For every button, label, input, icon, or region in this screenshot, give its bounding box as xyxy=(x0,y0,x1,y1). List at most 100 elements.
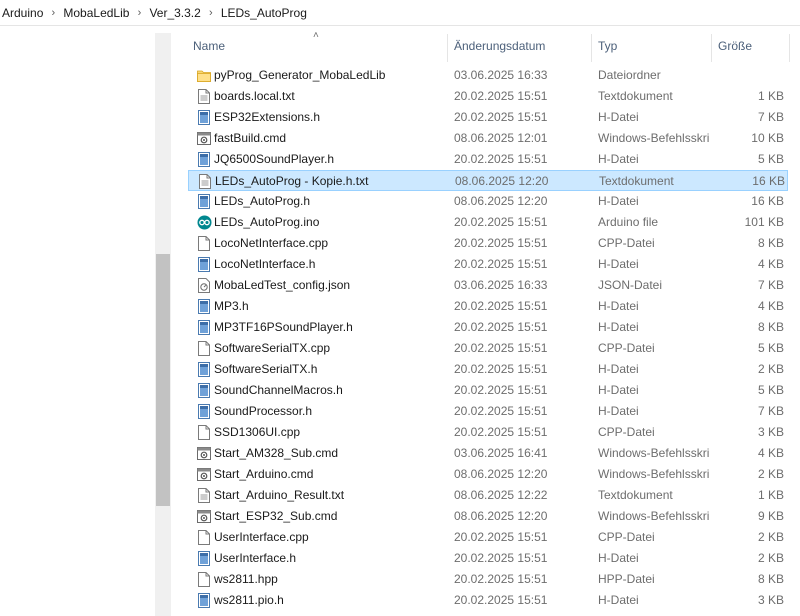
file-name: SSD1306UI.cpp xyxy=(214,425,301,439)
file-row[interactable]: LocoNetInterface.h 20.02.2025 15:51 H-Date… xyxy=(188,254,788,275)
file-type: H-Datei xyxy=(598,362,639,376)
file-type: H-Datei xyxy=(598,593,639,607)
file-row[interactable]: SoftwareSerialTX.h 20.02.2025 15:51 H-Date… xyxy=(188,359,788,380)
file-type: Windows-Befehlsskript xyxy=(598,131,710,145)
column-header-date[interactable]: Änderungsdatum xyxy=(454,39,545,53)
h-file-icon xyxy=(197,362,211,377)
chevron-right-icon[interactable]: › xyxy=(203,7,219,19)
chevron-right-icon[interactable]: › xyxy=(45,7,61,19)
file-row[interactable]: ws2811.hpp 20.02.2025 15:51 HPP-Datei 8 KB xyxy=(188,569,788,590)
scrollbar-thumb[interactable] xyxy=(156,254,170,506)
column-divider[interactable] xyxy=(711,34,712,62)
file-type: H-Datei xyxy=(598,152,639,166)
file-row[interactable]: SoundProcessor.h 20.02.2025 15:51 H-Datei 7… xyxy=(188,401,788,422)
file-row[interactable]: LEDs_AutoProg.ino 20.02.2025 15:51 Arduino… xyxy=(188,212,788,233)
navigation-pane[interactable] xyxy=(0,26,170,616)
file-row[interactable]: ws2811.pio.h 20.02.2025 15:51 H-Datei 3 KB xyxy=(188,590,788,611)
chevron-right-icon[interactable]: › xyxy=(131,7,147,19)
cpp-file-icon xyxy=(197,341,211,356)
h-file-icon xyxy=(197,257,211,272)
file-type: CPP-Datei xyxy=(598,236,655,250)
folder-icon xyxy=(197,68,211,83)
file-name: MobaLedTest_config.json xyxy=(214,278,351,292)
file-row[interactable]: fastBuild.cmd 08.06.2025 12:01 Windows-Bef… xyxy=(188,128,788,149)
cmd-file-icon xyxy=(197,446,211,461)
file-size: 9 KB xyxy=(757,509,784,523)
file-row[interactable]: SoftwareSerialTX.cpp 20.02.2025 15:51 CPP-… xyxy=(188,338,788,359)
file-name: Start_Arduino_Result.txt xyxy=(214,488,345,502)
column-divider[interactable] xyxy=(789,34,790,62)
file-row[interactable]: SoundChannelMacros.h 20.02.2025 15:51 H-Da… xyxy=(188,380,788,401)
file-modified-date: 20.02.2025 15:51 xyxy=(454,551,548,565)
file-modified-date: 20.02.2025 15:51 xyxy=(454,362,548,376)
file-size: 8 KB xyxy=(757,236,784,250)
text-file-icon xyxy=(197,488,211,503)
file-row[interactable]: UserInterface.h 20.02.2025 15:51 H-Datei 2 … xyxy=(188,548,788,569)
file-row[interactable]: Start_AM328_Sub.cmd 03.06.2025 16:41 Windo… xyxy=(188,443,788,464)
file-type: Textdokument xyxy=(598,89,673,103)
file-row[interactable]: MP3.h 20.02.2025 15:51 H-Datei 4 KB xyxy=(188,296,788,317)
file-row[interactable]: LocoNetInterface.cpp 20.02.2025 15:51 CPP-… xyxy=(188,233,788,254)
file-name: SoftwareSerialTX.h xyxy=(214,362,318,376)
column-divider[interactable] xyxy=(447,34,448,62)
column-header-type[interactable]: Typ xyxy=(598,39,617,53)
cpp-file-icon xyxy=(197,236,211,251)
file-row[interactable]: ESP32Extensions.h 20.02.2025 15:51 H-Datei… xyxy=(188,107,788,128)
file-name: LEDs_AutoProg.h xyxy=(214,194,311,208)
file-modified-date: 03.06.2025 16:41 xyxy=(454,446,548,460)
file-row[interactable]: Start_Arduino_Result.txt 08.06.2025 12:22… xyxy=(188,485,788,506)
file-modified-date: 03.06.2025 16:33 xyxy=(454,278,548,292)
breadcrumb-item-leds-autoprog[interactable]: LEDs_AutoProg xyxy=(219,6,309,20)
file-type: H-Datei xyxy=(598,299,639,313)
file-row[interactable]: LEDs_AutoProg.h 08.06.2025 12:20 H-Datei 16… xyxy=(188,191,788,212)
file-name: SoundChannelMacros.h xyxy=(214,383,343,397)
file-row[interactable]: pyProg_Generator_MobaLedLib 03.06.2025 16… xyxy=(188,65,788,86)
file-type: H-Datei xyxy=(598,194,639,208)
h-file-icon xyxy=(197,194,211,209)
file-modified-date: 08.06.2025 12:20 xyxy=(454,194,548,208)
file-size: 4 KB xyxy=(757,299,784,313)
file-row[interactable]: MP3TF16PSoundPlayer.h 20.02.2025 15:51 H-D… xyxy=(188,317,788,338)
navigation-scrollbar[interactable] xyxy=(155,33,171,616)
file-type: JSON-Datei xyxy=(598,278,663,292)
sort-ascending-icon: ˄ xyxy=(313,30,319,41)
file-name: MP3.h xyxy=(214,299,249,313)
hpp-file-icon xyxy=(197,572,211,587)
file-row[interactable]: SSD1306UI.cpp 20.02.2025 15:51 CPP-Datei 3 … xyxy=(188,422,788,443)
file-type: CPP-Datei xyxy=(598,425,655,439)
file-type: Arduino file xyxy=(598,215,659,229)
file-row[interactable]: UserInterface.cpp 20.02.2025 15:51 CPP-Dat… xyxy=(188,527,788,548)
file-type: Textdokument xyxy=(599,174,674,188)
file-name: ws2811.hpp xyxy=(214,572,278,586)
file-type: Windows-Befehlsskript xyxy=(598,467,710,481)
file-size: 16 KB xyxy=(751,194,784,208)
file-row[interactable]: LEDs_AutoProg - Kopie.h.txt 08.06.2025 12… xyxy=(188,170,788,191)
file-size: 16 KB xyxy=(752,174,785,188)
file-row[interactable]: JQ6500SoundPlayer.h 20.02.2025 15:51 H-Dat… xyxy=(188,149,788,170)
file-modified-date: 20.02.2025 15:51 xyxy=(454,299,548,313)
breadcrumb-item-arduino[interactable]: Arduino xyxy=(0,6,45,20)
file-row[interactable]: Start_Arduino.cmd 08.06.2025 12:20 Windows… xyxy=(188,464,788,485)
h-file-icon xyxy=(197,110,211,125)
column-header-size[interactable]: Größe xyxy=(718,39,752,53)
breadcrumb-item-version[interactable]: Ver_3.3.2 xyxy=(147,6,202,20)
file-modified-date: 20.02.2025 15:51 xyxy=(454,530,548,544)
file-type: H-Datei xyxy=(598,383,639,397)
file-type: H-Datei xyxy=(598,257,639,271)
breadcrumb-item-mobaledlib[interactable]: MobaLedLib xyxy=(61,6,131,20)
file-size: 2 KB xyxy=(757,551,784,565)
file-name: MP3TF16PSoundPlayer.h xyxy=(214,320,353,334)
file-row[interactable]: boards.local.txt 20.02.2025 15:51 Textdoku… xyxy=(188,86,788,107)
file-modified-date: 08.06.2025 12:20 xyxy=(454,467,548,481)
text-file-icon xyxy=(197,89,211,104)
file-size: 8 KB xyxy=(757,320,784,334)
column-header-name[interactable]: Name xyxy=(193,39,225,53)
cpp-file-icon xyxy=(197,425,211,440)
file-row[interactable]: MobaLedTest_config.json 03.06.2025 16:33 J… xyxy=(188,275,788,296)
file-size: 101 KB xyxy=(744,215,784,229)
file-row[interactable]: Start_ESP32_Sub.cmd 08.06.2025 12:20 Windo… xyxy=(188,506,788,527)
file-size: 1 KB xyxy=(757,89,784,103)
file-modified-date: 20.02.2025 15:51 xyxy=(454,383,548,397)
column-divider[interactable] xyxy=(591,34,592,62)
file-name: SoundProcessor.h xyxy=(214,404,313,418)
